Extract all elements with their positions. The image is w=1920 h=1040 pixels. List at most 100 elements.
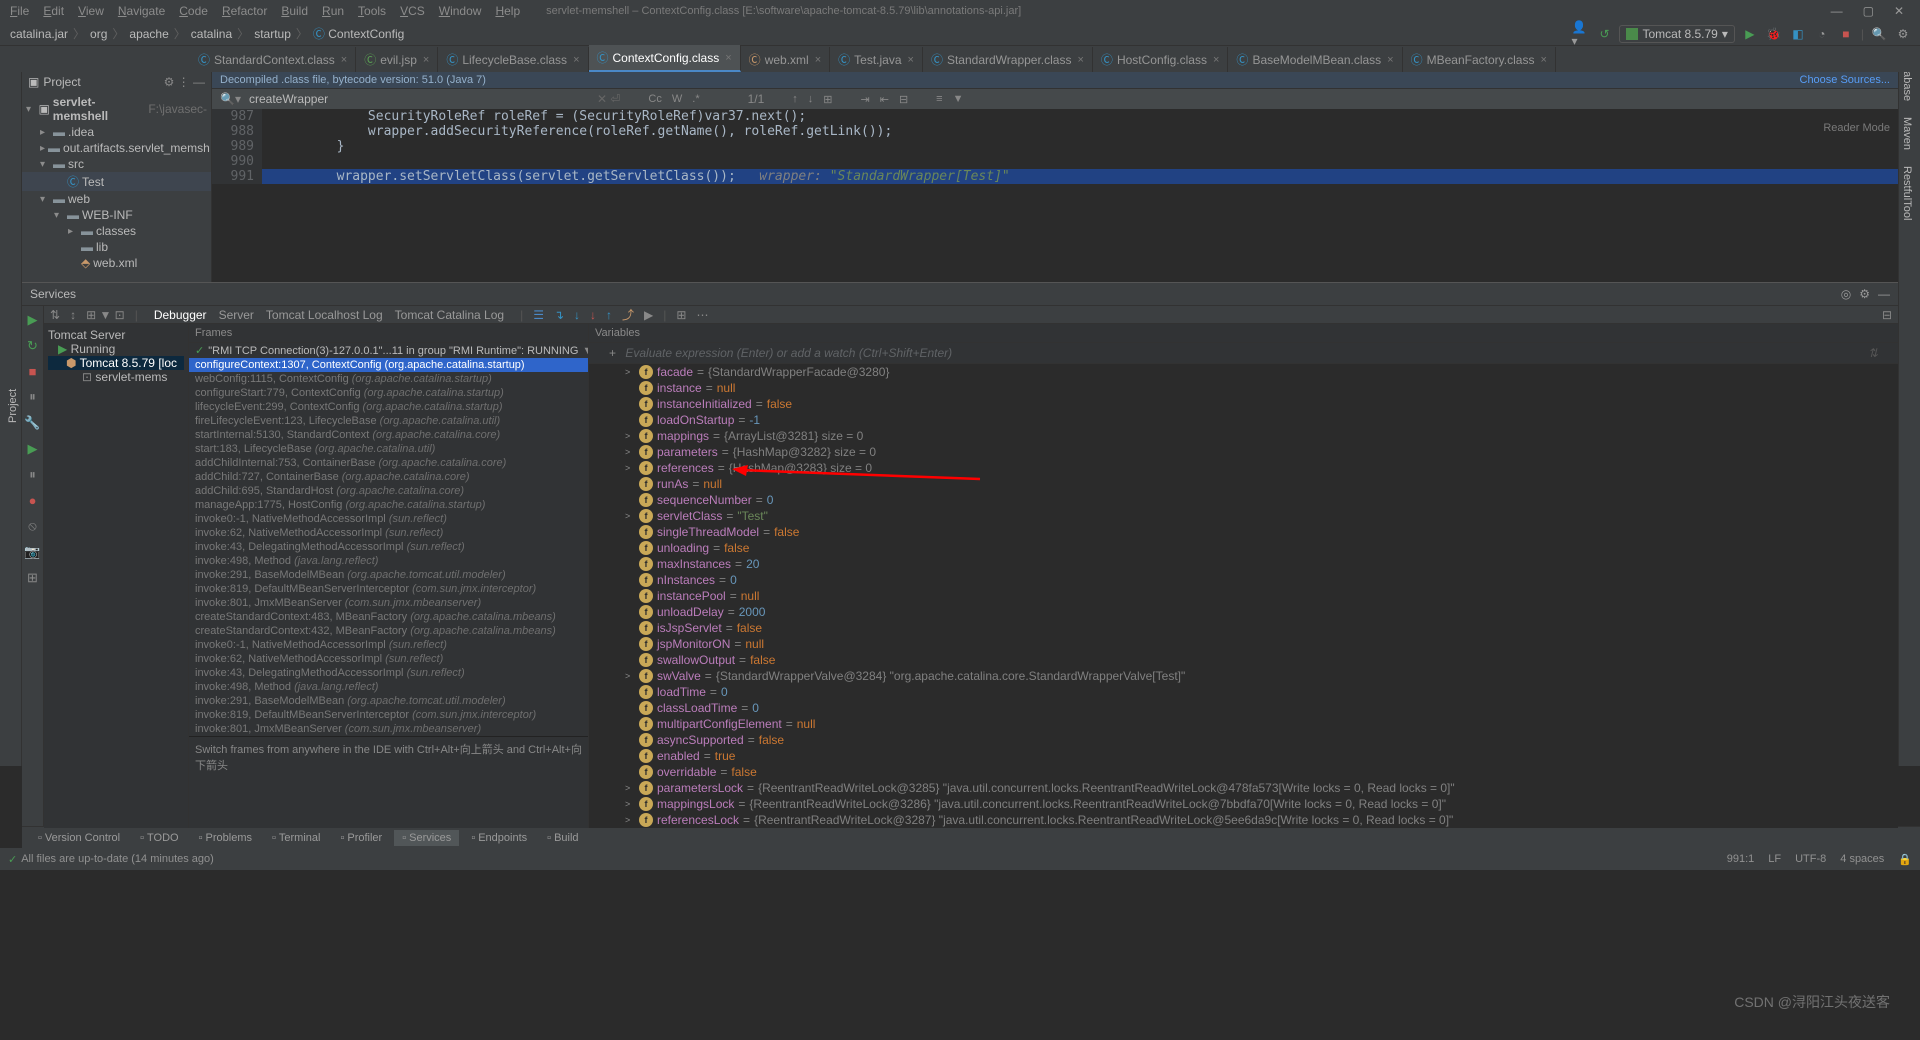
debug-tab[interactable]: Tomcat Catalina Log (389, 306, 510, 324)
close-tab-icon[interactable]: × (725, 52, 731, 64)
project-tool-button[interactable]: Project (5, 46, 21, 766)
variable-row[interactable]: f overridable = false (595, 764, 1898, 780)
step-icon[interactable]: ↓ (574, 308, 580, 322)
rerun-icon[interactable]: ▶ (28, 312, 38, 328)
find-input[interactable] (249, 92, 449, 106)
tree-item[interactable]: ▬ lib (22, 239, 211, 255)
breadcrumb[interactable]: catalina.jar〉org〉apache〉catalina〉startup… (8, 25, 406, 42)
variable-row[interactable]: f isJspServlet = false (595, 620, 1898, 636)
artifact-node[interactable]: servlet-mems (95, 370, 167, 384)
thread-selector[interactable]: ✓ "RMI TCP Connection(3)-127.0.0.1"...11… (189, 343, 588, 358)
frame-row[interactable]: startInternal:5130, StandardContext (org… (189, 428, 588, 442)
window-controls[interactable]: — ▢ ✕ (1827, 4, 1916, 18)
menu-help[interactable]: Help (489, 2, 526, 20)
hide-icon[interactable]: — (1878, 287, 1890, 301)
frame-row[interactable]: invoke:498, Method (java.lang.reflect) (189, 554, 588, 568)
layout-icon[interactable]: ⊞ (27, 570, 38, 586)
menu-file[interactable]: File (4, 2, 35, 20)
maximize-icon[interactable]: ▢ (1859, 4, 1878, 18)
code-line[interactable]: 987 SecurityRoleRef roleRef = (SecurityR… (212, 109, 1898, 124)
tree-item[interactable]: ▸▬ out.artifacts.servlet_memsh (22, 140, 211, 156)
tree-item[interactable]: Ⓒ Test (22, 172, 211, 191)
debug-tab[interactable]: Server (213, 306, 260, 324)
main-menu[interactable]: FileEditViewNavigateCodeRefactorBuildRun… (4, 2, 526, 20)
close-tab-icon[interactable]: × (573, 54, 579, 66)
variable-row[interactable]: f runAs = null (595, 476, 1898, 492)
stop-icon[interactable]: ■ (1837, 25, 1855, 43)
frame-row[interactable]: invoke:43, DelegatingMethodAccessorImpl … (189, 666, 588, 680)
variable-row[interactable]: f asyncSupported = false (595, 732, 1898, 748)
variable-row[interactable]: >f facade = {StandardWrapperFacade@3280} (595, 364, 1898, 380)
structure-tool-button[interactable]: Structure (0, 446, 5, 766)
frame-row[interactable]: createStandardContext:432, MBeanFactory … (189, 624, 588, 638)
variable-row[interactable]: >f servletClass = "Test" (595, 508, 1898, 524)
threads-icon[interactable]: ☰ (533, 308, 544, 322)
frame-row[interactable]: start:183, LifecycleBase (org.apache.cat… (189, 442, 588, 456)
stop-icon[interactable]: ■ (29, 364, 37, 379)
tree-item[interactable]: ▾▬ web (22, 191, 211, 207)
frame-row[interactable]: webConfig:1115, ContextConfig (org.apach… (189, 372, 588, 386)
frame-row[interactable]: invoke:801, JmxMBeanServer (com.sun.jmx.… (189, 596, 588, 610)
variable-row[interactable]: f instanceInitialized = false (595, 396, 1898, 412)
variable-row[interactable]: >f references = {HashMap@3283} size = 0 (595, 460, 1898, 476)
frame-row[interactable]: addChild:727, ContainerBase (org.apache.… (189, 470, 588, 484)
coverage-icon[interactable]: ◧ (1789, 25, 1807, 43)
calc-icon[interactable]: ⊞ (676, 308, 686, 322)
settings-icon[interactable]: ⚙ (1859, 287, 1870, 301)
user-icon[interactable]: 👤▾ (1571, 25, 1589, 43)
grid-icon[interactable]: ⊞ ▼ ⊡ (86, 308, 125, 322)
frame-row[interactable]: configureStart:779, ContextConfig (org.a… (189, 386, 588, 400)
variable-row[interactable]: f unloading = false (595, 540, 1898, 556)
step-icon[interactable]: ▶ (644, 308, 653, 322)
more-icon[interactable]: ⋯ (696, 308, 708, 322)
menu-edit[interactable]: Edit (37, 2, 70, 20)
menu-navigate[interactable]: Navigate (112, 2, 171, 20)
camera-icon[interactable]: 📷 (24, 544, 40, 560)
close-tab-icon[interactable]: × (1387, 54, 1393, 66)
bottom-tab-todo[interactable]: ▫TODO (132, 830, 186, 846)
frame-row[interactable]: invoke0:-1, NativeMethodAccessorImpl (su… (189, 512, 588, 526)
minimize-icon[interactable]: — (1827, 4, 1847, 18)
choose-sources-link[interactable]: Choose Sources... (1800, 74, 1891, 86)
editor-tab[interactable]: ⒸStandardContext.class× (190, 47, 356, 72)
variables-panel[interactable]: Variables + Evaluate expression (Enter) … (589, 324, 1898, 828)
tomcat-node[interactable]: Tomcat 8.5.79 [loc (80, 356, 177, 370)
profile-icon[interactable]: ◔ (1813, 25, 1831, 43)
services-toolwindow-header[interactable]: Services ◎ ⚙ — (22, 282, 1898, 306)
evaluate-input[interactable]: + Evaluate expression (Enter) or add a w… (589, 343, 1898, 364)
frame-row[interactable]: addChildInternal:753, ContainerBase (org… (189, 456, 588, 470)
bottom-tab-terminal[interactable]: ▫Terminal (264, 830, 328, 846)
variable-row[interactable]: f loadTime = 0 (595, 684, 1898, 700)
bottom-tab-version-control[interactable]: ▫Version Control (30, 830, 128, 846)
tree-item[interactable]: ⬘ web.xml (22, 255, 211, 271)
services-tree[interactable]: Tomcat Server ▶ Running ⬢ Tomcat 8.5.79 … (44, 324, 189, 828)
bottom-tab-problems[interactable]: ▫Problems (191, 830, 260, 846)
menu-tools[interactable]: Tools (352, 2, 392, 20)
maven-tool-button[interactable]: Maven (1899, 109, 1915, 158)
search-icon[interactable]: 🔍 (1870, 25, 1888, 43)
settings-icon[interactable]: 🔧 (24, 415, 40, 431)
breadcrumb-item[interactable]: apache (127, 27, 170, 41)
menu-view[interactable]: View (72, 2, 110, 20)
close-tab-icon[interactable]: × (815, 54, 821, 66)
reader-mode-label[interactable]: Reader Mode (1823, 122, 1890, 134)
frame-row[interactable]: configureContext:1307, ContextConfig (or… (189, 358, 588, 372)
close-tab-icon[interactable]: × (341, 54, 347, 66)
bottom-tab-services[interactable]: ▫Services (394, 830, 459, 846)
step-icon[interactable]: ↴ (554, 308, 564, 322)
editor-tab[interactable]: ⒸContextConfig.class× (589, 45, 741, 72)
editor-tabs[interactable]: ⒸStandardContext.class×Ⓒevil.jsp×ⒸLifecy… (0, 46, 1920, 72)
breadcrumb-item[interactable]: startup (252, 27, 293, 41)
expand-icon[interactable]: ⇅ (50, 308, 60, 322)
variable-row[interactable]: f nInstances = 0 (595, 572, 1898, 588)
debug-sidebar[interactable]: ▶ ↻ ■ ⏸ 🔧 ▶ ⏸ ● ⦸ 📷 ⊞ (22, 306, 44, 826)
variable-row[interactable]: >f mappings = {ArrayList@3281} size = 0 (595, 428, 1898, 444)
editor-tab[interactable]: ⒸStandardWrapper.class× (923, 47, 1093, 72)
frame-row[interactable]: invoke0:-1, NativeMethodAccessorImpl (su… (189, 638, 588, 652)
debug-tab[interactable]: Debugger (148, 306, 213, 326)
tree-item[interactable]: ▸▬ classes (22, 223, 211, 239)
code-line[interactable]: 990 (212, 154, 1898, 169)
variable-row[interactable]: f enabled = true (595, 748, 1898, 764)
variable-row[interactable]: f loadOnStartup = -1 (595, 412, 1898, 428)
frame-row[interactable]: invoke:498, Method (java.lang.reflect) (189, 680, 588, 694)
